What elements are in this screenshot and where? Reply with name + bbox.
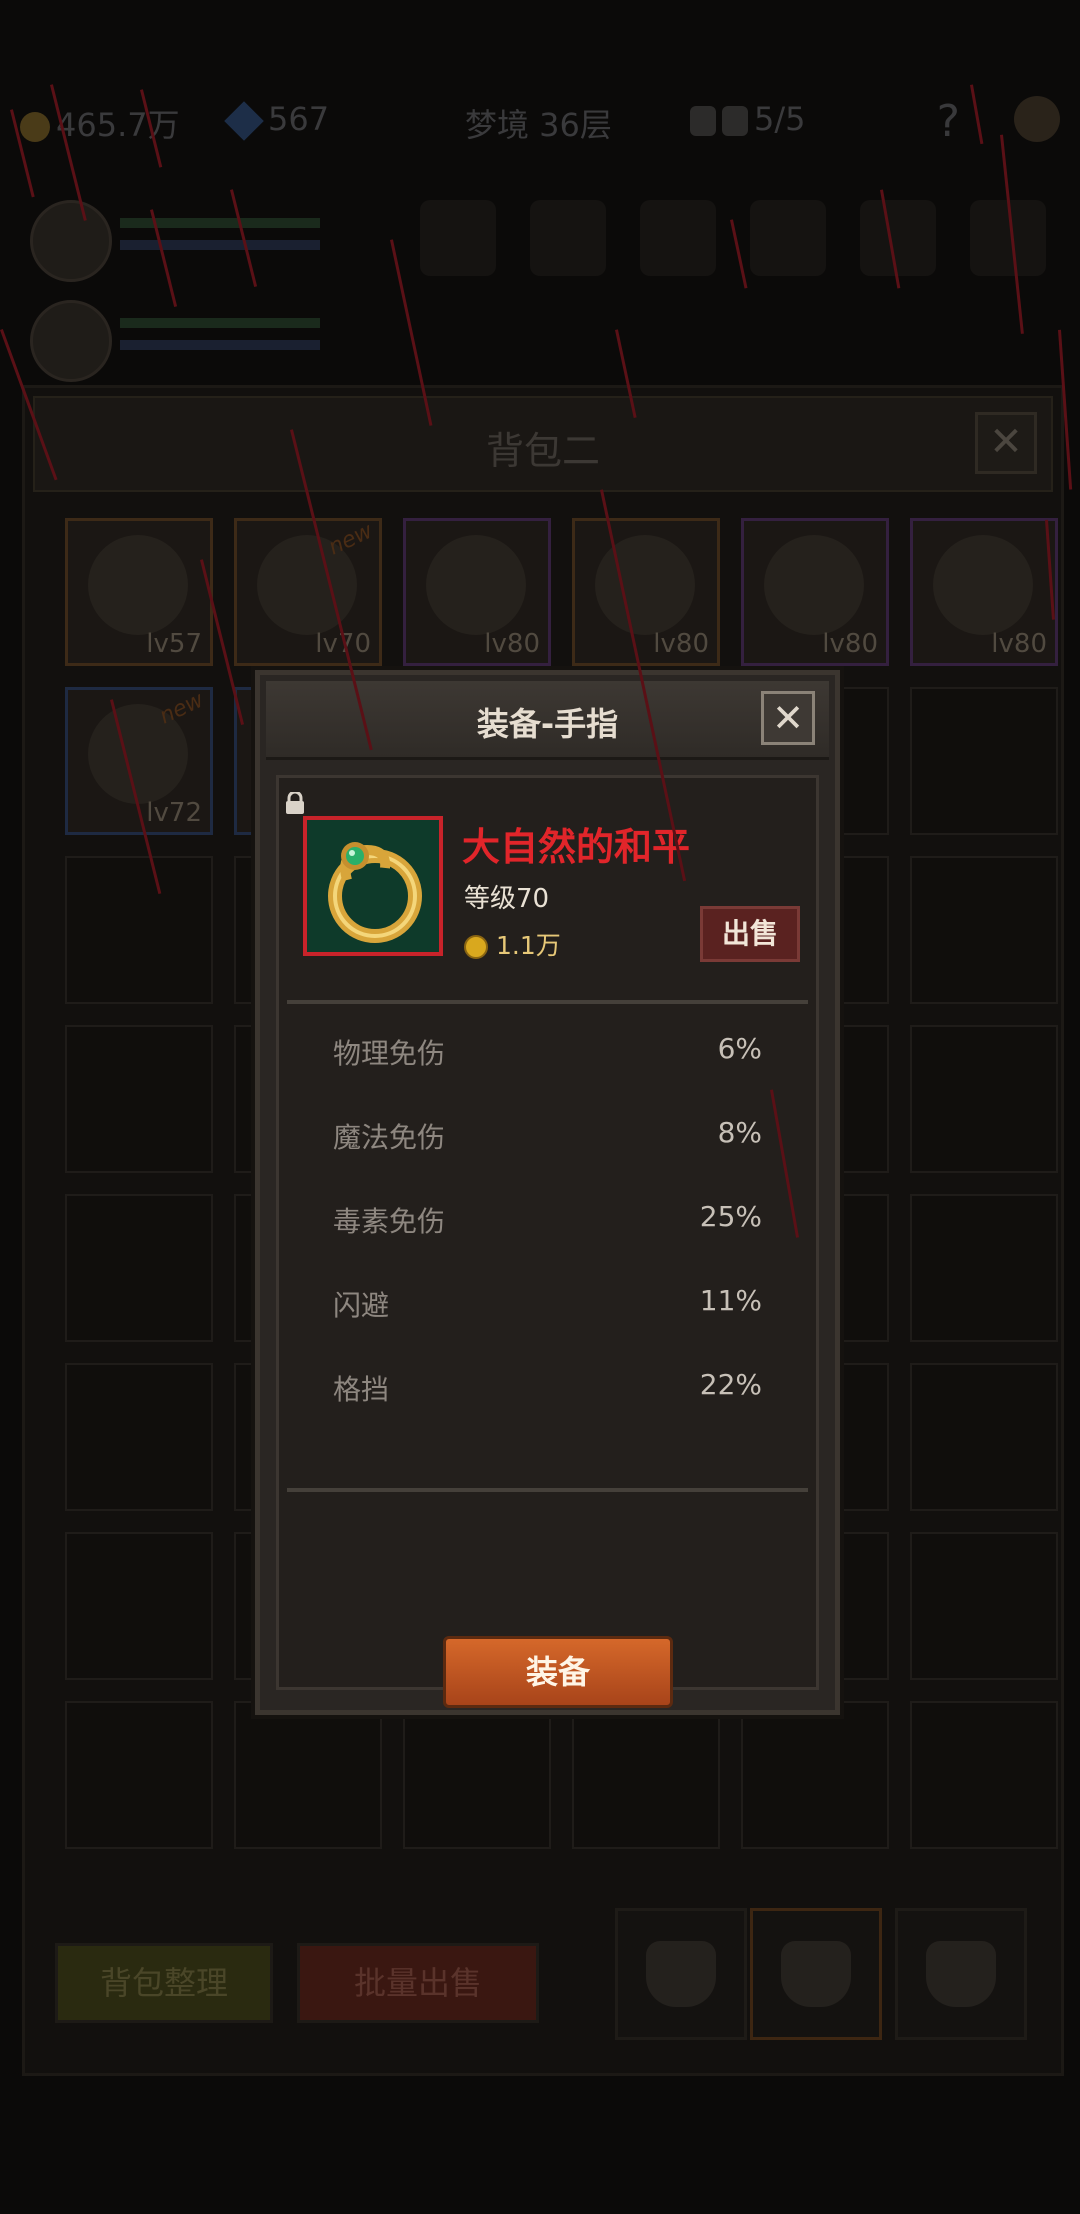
bag-slot[interactable]	[910, 1194, 1058, 1342]
bag-slot[interactable]: lv80	[572, 518, 720, 666]
equip-slot-icon[interactable]	[420, 200, 496, 276]
stat-value: 11%	[699, 1284, 762, 1317]
bag-title: 背包二	[485, 429, 600, 473]
backpack-icon	[646, 1941, 716, 2007]
skull-icon	[722, 106, 748, 136]
equip-detail-dialog: 装备-手指 ✕ 大自然的和平 等级70 1.1万 出售 物理免伤 6% 魔法免伤…	[255, 670, 840, 1715]
bag-slot[interactable]: lv80	[910, 518, 1058, 666]
stat-value: 8%	[717, 1116, 762, 1149]
gem-icon	[224, 101, 264, 141]
stat-label: 格挡	[333, 1373, 390, 1406]
settings-icon[interactable]	[1014, 96, 1060, 142]
bag-slot[interactable]	[910, 1363, 1058, 1511]
dialog-close-button[interactable]: ✕	[761, 691, 815, 745]
new-badge: new	[324, 518, 377, 561]
tidy-bag-button[interactable]: 背包整理	[55, 1943, 273, 2023]
bag-slot[interactable]: lv80	[403, 518, 551, 666]
bag-slot[interactable]	[65, 1532, 213, 1680]
stat-row: 闪避 11%	[333, 1270, 762, 1354]
divider	[287, 1488, 808, 1492]
armor-icon	[595, 535, 695, 635]
item-price: 1.1万	[464, 926, 561, 962]
bag-tab-1[interactable]	[615, 1908, 747, 2040]
stat-label: 闪避	[333, 1289, 390, 1322]
item-name: 大自然的和平	[462, 825, 691, 869]
bag-tab-3[interactable]	[895, 1908, 1027, 2040]
amulet-icon	[933, 535, 1033, 635]
gem-counter: 567	[224, 100, 329, 141]
chest-armor-icon	[88, 535, 188, 635]
hero-mp-bar	[120, 240, 320, 250]
bag-slot[interactable]	[403, 1701, 551, 1849]
divider	[287, 1000, 808, 1004]
stat-label: 毒素免伤	[333, 1205, 446, 1238]
sell-button[interactable]: 出售	[700, 906, 800, 962]
help-icon[interactable]: ?	[937, 96, 960, 147]
new-badge: new	[155, 687, 208, 730]
bag-tab-2[interactable]	[750, 1908, 882, 2040]
bag-header: 背包二 ✕	[33, 396, 1053, 492]
bag-close-button[interactable]: ✕	[975, 412, 1037, 474]
orb-icon	[426, 535, 526, 635]
stat-row: 魔法免伤 8%	[333, 1102, 762, 1186]
dialog-body: 大自然的和平 等级70 1.1万 出售 物理免伤 6% 魔法免伤 8% 毒素免伤…	[276, 775, 819, 1708]
hero-avatar[interactable]	[30, 200, 112, 282]
bulk-sell-button[interactable]: 批量出售	[297, 1943, 539, 2023]
bag-slot[interactable]: lv57	[65, 518, 213, 666]
hero-mp-bar	[120, 340, 320, 350]
equip-slot-icon[interactable]	[530, 200, 606, 276]
dialog-title: 装备-手指	[476, 705, 619, 743]
backpack-icon	[781, 1941, 851, 2007]
bag-slot[interactable]: new lv70	[234, 518, 382, 666]
ring-icon	[328, 842, 422, 943]
stat-row: 物理免伤 6%	[333, 1018, 762, 1102]
backpack-icon	[926, 1941, 996, 2007]
helmet-icon	[764, 535, 864, 635]
bag-slot[interactable]	[65, 1363, 213, 1511]
bag-slot[interactable]	[910, 687, 1058, 835]
equip-slot-icon[interactable]	[750, 200, 826, 276]
stat-value: 25%	[699, 1200, 762, 1233]
bag-slot[interactable]	[910, 856, 1058, 1004]
item-portrait[interactable]	[303, 816, 443, 956]
stat-label: 物理免伤	[333, 1037, 446, 1070]
stat-value: 22%	[699, 1368, 762, 1401]
equip-slot-icon[interactable]	[640, 200, 716, 276]
bag-slot[interactable]: lv80	[741, 518, 889, 666]
top-hud: 465.7万 567 梦境 36层 5/5 ?	[0, 90, 1080, 160]
bag-slot[interactable]	[65, 1701, 213, 1849]
lock-icon[interactable]	[283, 792, 307, 814]
bag-slot[interactable]	[65, 856, 213, 1004]
hero-row-1	[30, 200, 1070, 282]
key-icon	[690, 106, 716, 136]
bag-slot[interactable]	[234, 1701, 382, 1849]
dialog-header: 装备-手指 ✕	[266, 681, 829, 760]
gold-counter: 465.7万	[20, 100, 180, 146]
bag-slot[interactable]	[572, 1701, 720, 1849]
stat-row: 毒素免伤 25%	[333, 1186, 762, 1270]
stat-label: 魔法免伤	[333, 1121, 446, 1154]
floor-label: 梦境 36层	[465, 106, 612, 144]
equip-slot-icon[interactable]	[860, 200, 936, 276]
gold-coin-icon	[20, 112, 50, 142]
bag-slot[interactable]	[910, 1532, 1058, 1680]
bag-slot[interactable]	[65, 1025, 213, 1173]
hero-hp-bar	[120, 218, 320, 228]
equip-button[interactable]: 装备	[443, 1636, 673, 1708]
keys-counter: 5/5	[690, 100, 806, 138]
item-level: 等级70	[464, 884, 550, 914]
stats-list: 物理免伤 6% 魔法免伤 8% 毒素免伤 25% 闪避 11% 格挡 22%	[333, 1018, 762, 1438]
gold-coin-icon	[464, 935, 488, 959]
bag-slot[interactable]	[741, 1701, 889, 1849]
hero-avatar[interactable]	[30, 300, 112, 382]
stat-row: 格挡 22%	[333, 1354, 762, 1438]
bag-slot[interactable]	[910, 1025, 1058, 1173]
hero-row-2	[30, 300, 1070, 382]
bag-slot[interactable]	[65, 1194, 213, 1342]
hero-hp-bar	[120, 318, 320, 328]
bag-slot[interactable]	[910, 1701, 1058, 1849]
stat-value: 6%	[717, 1032, 762, 1065]
